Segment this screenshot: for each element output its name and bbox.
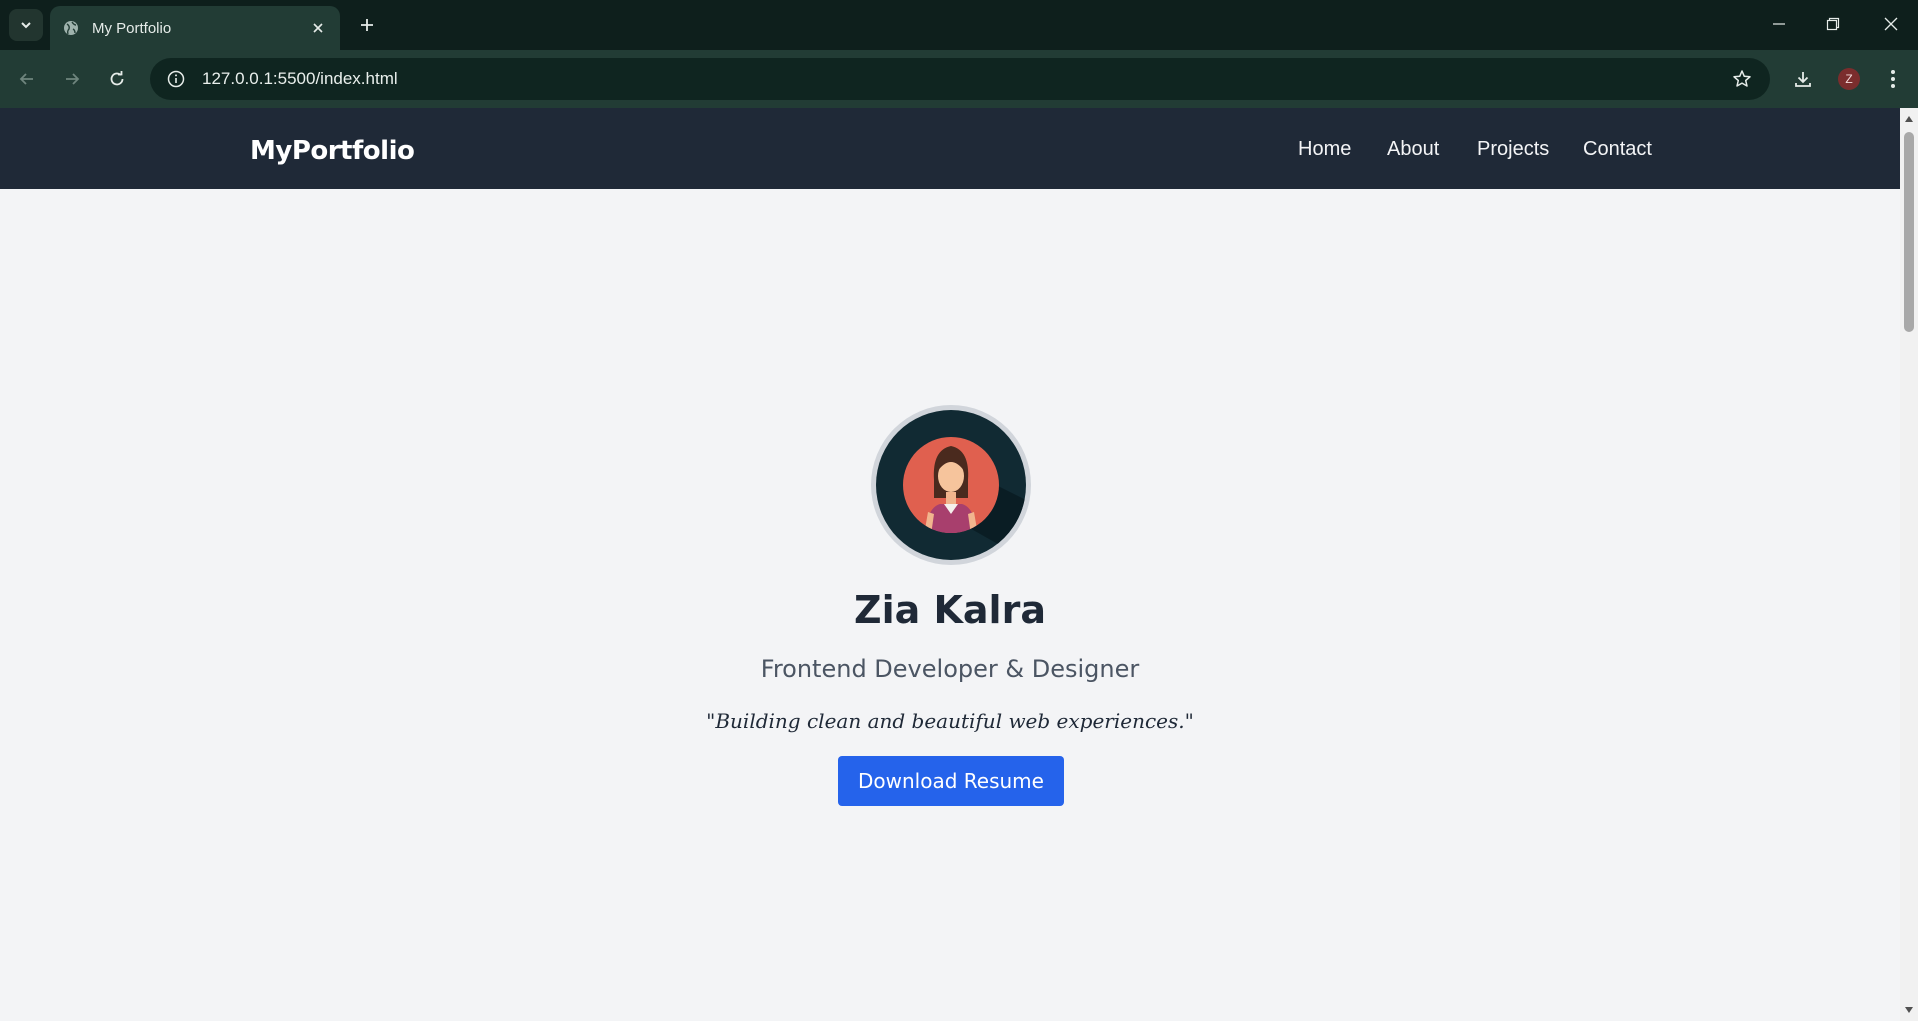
url-text[interactable]: 127.0.0.1:5500/index.html	[202, 69, 398, 89]
minimize-icon	[1773, 23, 1785, 25]
profile-avatar	[871, 405, 1031, 565]
tab-title: My Portfolio	[92, 19, 172, 37]
reload-button[interactable]	[100, 62, 134, 96]
restore-icon	[1826, 17, 1840, 31]
globe-icon	[62, 19, 80, 37]
scroll-thumb[interactable]	[1904, 132, 1914, 332]
avatar: Z	[1838, 68, 1860, 90]
scroll-up-icon[interactable]	[1904, 114, 1914, 124]
back-button[interactable]	[10, 62, 44, 96]
close-window-button[interactable]	[1868, 6, 1914, 42]
forward-button[interactable]	[55, 62, 89, 96]
scroll-down-icon[interactable]	[1904, 1005, 1914, 1015]
address-bar[interactable]: 127.0.0.1:5500/index.html	[150, 58, 1770, 100]
chevron-down-icon	[21, 22, 31, 29]
hero-role: Frontend Developer & Designer	[760, 655, 1140, 683]
site-brand[interactable]: MyPortfolio	[250, 136, 415, 166]
download-resume-button[interactable]: Download Resume	[838, 756, 1064, 806]
close-icon	[1884, 17, 1898, 31]
hero-section: Zia Kalra Frontend Developer & Designer …	[0, 189, 1900, 1021]
nav-link-about[interactable]: About	[1387, 138, 1439, 161]
downloads-button[interactable]	[1786, 62, 1820, 96]
nav-link-projects[interactable]: Projects	[1477, 138, 1549, 161]
tab-strip: My Portfolio	[0, 0, 1918, 50]
plus-icon	[361, 19, 373, 31]
hero-name: Zia Kalra	[854, 588, 1046, 632]
page-scrollbar[interactable]	[1900, 108, 1918, 1021]
more-vertical-icon	[1891, 70, 1895, 88]
page-viewport: MyPortfolio Home About Projects Contact	[0, 108, 1900, 1021]
browser-tab[interactable]: My Portfolio	[50, 6, 340, 50]
new-tab-button[interactable]	[352, 10, 382, 40]
close-tab-icon[interactable]	[308, 18, 328, 38]
avatar-illustration	[876, 410, 1026, 560]
forward-arrow-icon	[66, 73, 80, 85]
tab-search-button[interactable]	[9, 9, 43, 41]
nav-link-home[interactable]: Home	[1298, 138, 1351, 161]
site-navbar: MyPortfolio Home About Projects Contact	[0, 108, 1900, 189]
restore-button[interactable]	[1810, 6, 1856, 42]
reload-icon	[110, 71, 124, 86]
minimize-button[interactable]	[1756, 6, 1802, 42]
download-icon	[1795, 72, 1811, 87]
browser-toolbar: 127.0.0.1:5500/index.html Z	[0, 50, 1918, 108]
profile-button[interactable]: Z	[1832, 62, 1866, 96]
browser-menu-button[interactable]	[1876, 62, 1910, 96]
nav-link-contact[interactable]: Contact	[1583, 138, 1652, 161]
bookmark-star-icon[interactable]	[1730, 67, 1754, 91]
hero-quote: "Building clean and beautiful web experi…	[706, 709, 1194, 733]
site-info-icon[interactable]	[164, 67, 188, 91]
back-arrow-icon	[19, 73, 33, 85]
